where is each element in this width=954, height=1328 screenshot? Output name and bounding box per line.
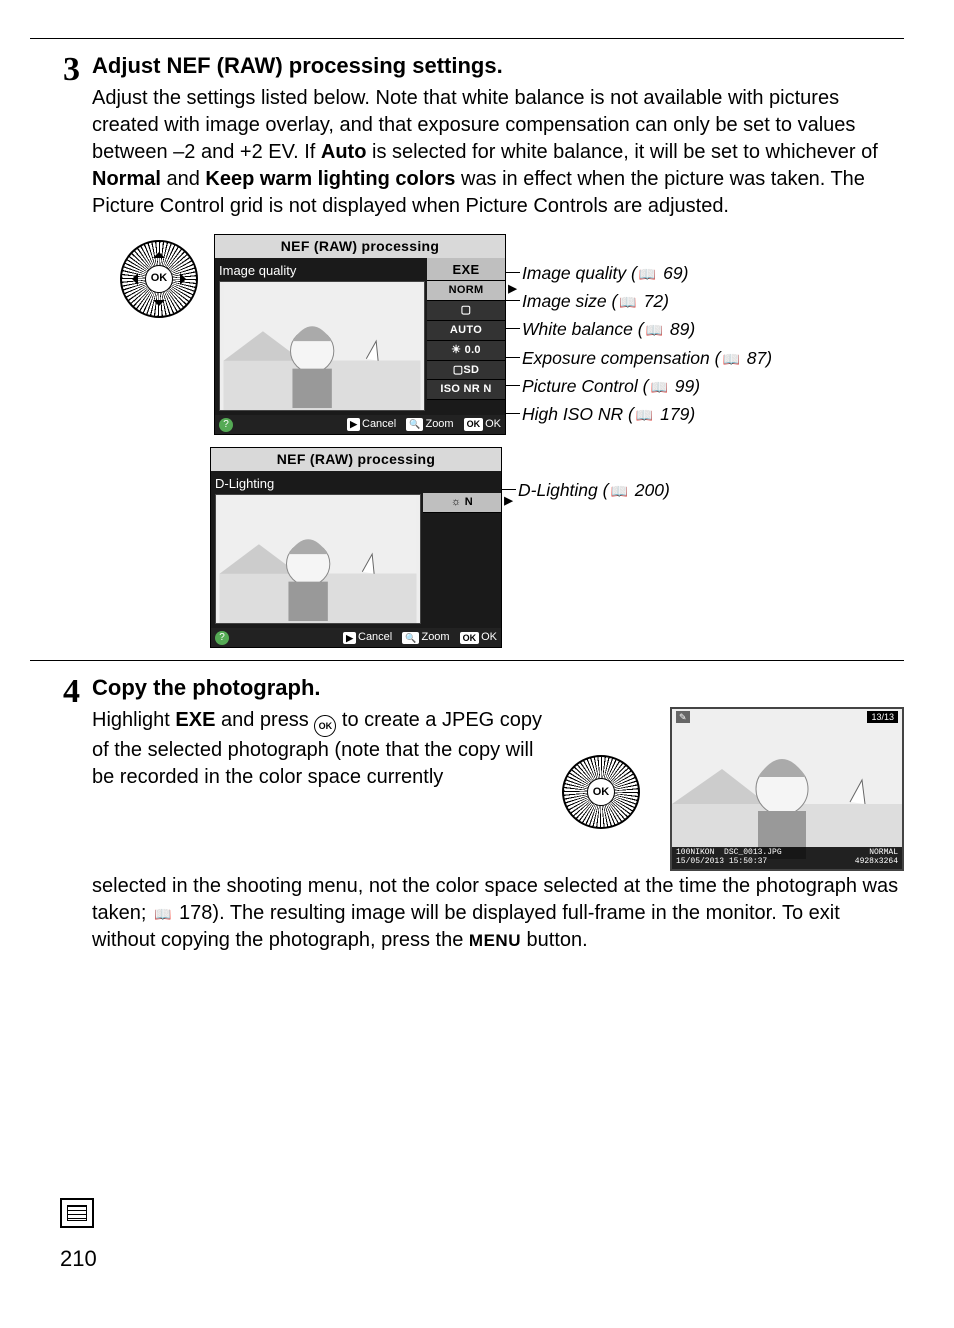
- retouch-menu-tab-icon: [60, 1198, 94, 1228]
- opt-exe: EXE: [427, 258, 505, 282]
- menu-button-label: MENU: [469, 931, 521, 950]
- lcd-setting-label: D-Lighting: [215, 475, 419, 493]
- multi-selector-icon: [120, 240, 198, 318]
- image-metadata-bar: 100NIKON DSC_0013.JPG15/05/2013 15:50:37…: [672, 847, 902, 869]
- opt-exposure-comp: ☀ 0.0: [427, 341, 505, 361]
- opt-white-balance: AUTO: [427, 321, 505, 341]
- page-number: 210: [60, 1244, 97, 1274]
- lcd-footer: ? ▶Cancel 🔍Zoom OKOK: [215, 415, 505, 434]
- lcd-setting-label: Image quality: [219, 262, 423, 280]
- opt-image-quality: NORM: [427, 281, 505, 301]
- step-text: Adjust the settings listed below. Note t…: [92, 85, 904, 220]
- lcd-footer: ? ▶Cancel 🔍Zoom OKOK: [211, 628, 501, 647]
- callouts-list: D-Lighting (📖 200): [518, 447, 670, 508]
- callouts-list: Image quality (📖 69) Image size (📖 72) W…: [522, 234, 772, 431]
- preview-image: [219, 281, 425, 411]
- multi-selector-ok-icon: [562, 755, 640, 829]
- step-title: Copy the photograph.: [92, 673, 904, 703]
- step-number: 3: [30, 53, 92, 87]
- lcd-screen-2: NEF (RAW) processing D-Lighting ☼ N ? ▶C…: [210, 447, 502, 648]
- step-number: 4: [30, 675, 92, 709]
- step-4: 4 Copy the photograph. Highlight EXE and…: [30, 673, 904, 954]
- retouch-icon: ✎: [676, 711, 690, 723]
- ok-button-icon: OK: [314, 715, 336, 737]
- step-text-continued: selected in the shooting menu, not the c…: [92, 873, 904, 954]
- help-icon: ?: [215, 631, 229, 645]
- lcd-title: NEF (RAW) processing: [215, 235, 505, 258]
- preview-image: [215, 494, 421, 624]
- step-3: 3 Adjust NEF (RAW) processing settings. …: [30, 51, 904, 220]
- opt-d-lighting: ☼ N: [423, 493, 501, 513]
- result-preview: ✎ 13/13 100NIKON DSC_0013.JPG15/05/2013 …: [670, 707, 904, 871]
- lcd-title: NEF (RAW) processing: [211, 448, 501, 471]
- step-title: Adjust NEF (RAW) processing settings.: [92, 51, 904, 81]
- opt-high-iso-nr: ISO NR N: [427, 380, 505, 400]
- lcd-screen-1: NEF (RAW) processing Image quality EXE N…: [214, 234, 506, 435]
- opt-picture-control: ▢SD: [427, 361, 505, 381]
- opt-image-size: ▢: [427, 301, 505, 321]
- frame-count: 13/13: [867, 711, 898, 723]
- help-icon: ?: [219, 418, 233, 432]
- step-text: Highlight EXE and press OK to create a J…: [92, 707, 544, 791]
